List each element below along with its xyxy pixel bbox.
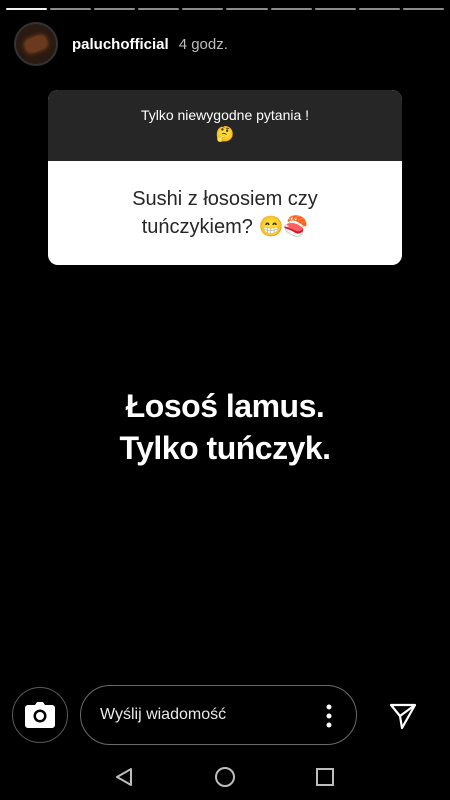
progress-segment bbox=[270, 8, 312, 10]
post-time: 4 godz. bbox=[178, 35, 228, 53]
question-body: Sushi z łososiem czy tuńczykiem? 😁🍣 bbox=[48, 161, 402, 265]
progress-segment bbox=[314, 8, 356, 10]
progress-segment bbox=[226, 8, 268, 10]
progress-segment bbox=[6, 8, 48, 10]
story-text: Łosoś lamus. Tylko tuńczyk. bbox=[0, 385, 450, 469]
progress-segment bbox=[182, 8, 224, 10]
progress-segment bbox=[138, 8, 180, 10]
home-icon[interactable] bbox=[214, 766, 236, 788]
android-navbar bbox=[0, 758, 450, 798]
thinking-emoji: 🤔 bbox=[215, 126, 235, 143]
progress-segment bbox=[94, 8, 136, 10]
more-options-icon[interactable] bbox=[326, 704, 332, 728]
camera-icon bbox=[25, 702, 55, 728]
progress-segment bbox=[358, 8, 400, 10]
question-answer: Sushi z łososiem czy tuńczykiem? 😁🍣 bbox=[132, 188, 318, 238]
progress-segment bbox=[50, 8, 92, 10]
reply-bar: Wyślij wiadomość bbox=[0, 685, 450, 747]
story-text-line-1: Łosoś lamus. bbox=[125, 388, 325, 424]
username[interactable]: paluchofficial bbox=[72, 36, 169, 53]
message-input[interactable]: Wyślij wiadomość bbox=[80, 685, 357, 745]
question-sticker: Tylko niewygodne pytania ! 🤔 Sushi z łos… bbox=[48, 90, 402, 265]
camera-button[interactable] bbox=[12, 687, 68, 743]
send-icon[interactable] bbox=[388, 701, 418, 731]
avatar[interactable] bbox=[14, 22, 58, 66]
message-placeholder: Wyślij wiadomość bbox=[100, 706, 227, 723]
back-icon[interactable] bbox=[113, 766, 135, 788]
question-header: Tylko niewygodne pytania ! 🤔 bbox=[48, 90, 402, 161]
recent-apps-icon[interactable] bbox=[314, 766, 336, 788]
story-progress-bar bbox=[6, 8, 444, 10]
story-header: paluchofficial 4 godz. bbox=[14, 22, 228, 66]
story-text-line-2: Tylko tuńczyk. bbox=[119, 430, 331, 466]
question-prompt: Tylko niewygodne pytania ! bbox=[140, 107, 310, 123]
progress-segment bbox=[402, 8, 444, 10]
